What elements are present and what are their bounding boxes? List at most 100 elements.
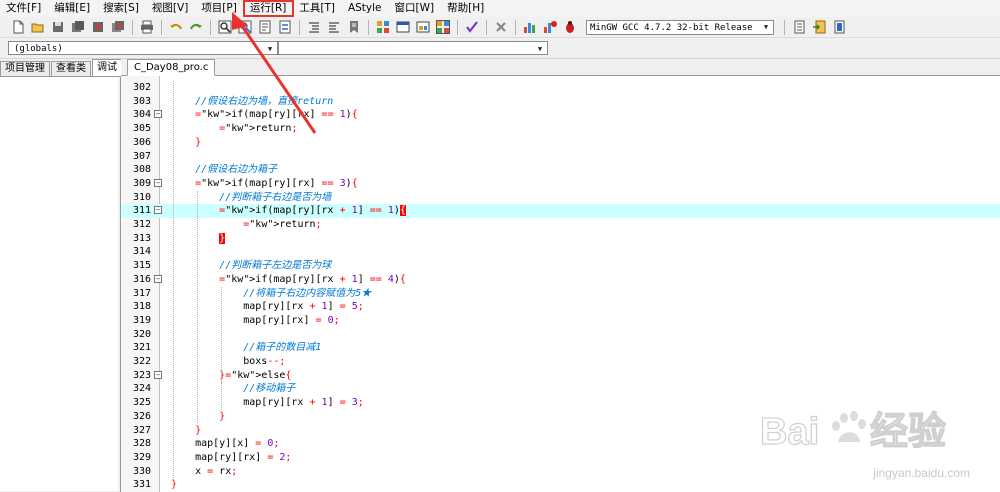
redo-icon[interactable] [189, 20, 203, 34]
close-all-icon[interactable] [111, 20, 125, 34]
chevron-down-icon[interactable]: ▼ [533, 42, 547, 55]
code-line[interactable]: 315 //判断箱子左边是否为球 [121, 259, 1000, 273]
svg-text:Bai: Bai [760, 411, 819, 453]
menu-item[interactable]: 帮助[H] [441, 1, 491, 16]
code-text: //将箱子右边内容赋值为5★ [243, 287, 372, 299]
fold-toggle-icon[interactable]: − [154, 110, 162, 119]
code-line[interactable]: 324 //移动箱子 [121, 382, 1000, 396]
menu-item[interactable]: 运行[R] [242, 0, 295, 17]
profile-delete-icon[interactable] [543, 20, 557, 34]
compile-icon[interactable] [376, 20, 390, 34]
menu-item[interactable]: 窗口[W] [389, 1, 442, 16]
code-line[interactable]: 310 //判断箱子右边是否为墙 [121, 191, 1000, 205]
code-line[interactable]: 306 } [121, 136, 1000, 150]
compiler-select-value: MinGW GCC 4.7.2 32-bit Release [590, 22, 753, 33]
rebuild-icon[interactable] [436, 20, 450, 34]
scope-combobox-value: (globals) [14, 44, 63, 54]
code-text: map[ry][rx] = 2; [171, 451, 292, 463]
code-line[interactable]: 312 ="kw">return; [121, 218, 1000, 232]
find-in-files-icon[interactable] [258, 20, 272, 34]
line-number: 331 [132, 479, 151, 491]
project-options-icon[interactable] [792, 20, 806, 34]
remove-from-project-icon[interactable] [832, 20, 846, 34]
chevron-down-icon[interactable]: ▼ [263, 42, 277, 55]
code-line[interactable]: 314 [121, 245, 1000, 259]
left-panel: 项目管理 查看类 调试 [0, 59, 122, 492]
menu-item[interactable]: 项目[P] [195, 1, 244, 16]
tab-file[interactable]: C_Day08_pro.c [127, 59, 216, 76]
print-icon[interactable] [140, 20, 154, 34]
syntax-check-icon[interactable] [465, 20, 479, 34]
toolbar-separator [210, 19, 211, 35]
clean-icon[interactable] [494, 20, 508, 34]
code-line[interactable]: 307 [121, 150, 1000, 164]
goto-line-icon[interactable] [278, 20, 292, 34]
replace-icon[interactable] [238, 20, 252, 34]
open-file-icon[interactable] [31, 20, 45, 34]
menu-item[interactable]: AStyle [342, 1, 389, 16]
code-line[interactable]: 323− }="kw">else{ [121, 369, 1000, 383]
scope-combobox[interactable]: (globals) ▼ [8, 41, 278, 55]
add-to-project-icon[interactable] [812, 20, 826, 34]
new-file-icon[interactable] [11, 20, 25, 34]
find-icon[interactable] [218, 20, 232, 34]
menu-item[interactable]: 视图[V] [146, 1, 195, 16]
compile-run-icon[interactable] [416, 20, 430, 34]
unindent-icon[interactable] [327, 20, 341, 34]
close-file-icon[interactable] [91, 20, 105, 34]
code-line[interactable]: 322 boxs--; [121, 355, 1000, 369]
left-panel-tab[interactable]: 查看类 [51, 61, 91, 76]
code-line[interactable]: 321 //箱子的数目减1 [121, 341, 1000, 355]
menu-item[interactable]: 文件[F] [0, 1, 48, 16]
code-line[interactable]: 303 //假设右边为墙，直接return [121, 95, 1000, 109]
code-text: map[ry][rx + 1] = 3; [171, 397, 364, 409]
code-text: ="kw">return; [219, 123, 298, 135]
code-line[interactable]: 308 //假设右边为箱子 [121, 163, 1000, 177]
left-panel-tab[interactable]: 项目管理 [0, 61, 50, 76]
fold-toggle-icon[interactable]: − [154, 274, 162, 283]
undo-icon[interactable] [169, 20, 183, 34]
bookmark-icon[interactable] [347, 20, 361, 34]
code-line[interactable]: 313 } [121, 232, 1000, 246]
line-number: 306 [132, 136, 151, 148]
line-number: 308 [132, 164, 151, 176]
code-text: //假设右边为墙，直接return [195, 95, 334, 107]
chevron-down-icon[interactable]: ▼ [759, 21, 773, 34]
save-all-icon[interactable] [71, 20, 85, 34]
compiler-select[interactable]: MinGW GCC 4.7.2 32-bit Release ▼ [586, 19, 774, 35]
debug-icon[interactable] [563, 20, 577, 34]
code-text: boxs--; [171, 356, 286, 367]
code-line[interactable]: 304− ="kw">if(map[ry][rx] == 1){ [121, 108, 1000, 122]
left-panel-tab[interactable]: 调试 [92, 59, 122, 76]
line-number: 324 [132, 383, 151, 395]
code-line[interactable]: 305 ="kw">return; [121, 122, 1000, 136]
toolbar-separator [515, 19, 516, 35]
code-line[interactable]: 319 map[ry][rx] = 0; [121, 314, 1000, 328]
code-line[interactable]: 309− ="kw">if(map[ry][rx] == 3){ [121, 177, 1000, 191]
line-number: 311 [132, 205, 151, 217]
code-line[interactable]: 317 //将箱子右边内容赋值为5★ [121, 287, 1000, 301]
line-number: 320 [132, 328, 151, 340]
code-line[interactable]: 302 [121, 81, 1000, 95]
symbol-combobox[interactable]: ▼ [278, 41, 548, 55]
menu-item[interactable]: 编辑[E] [48, 1, 97, 16]
code-line[interactable]: 331} [121, 478, 1000, 492]
run-icon[interactable] [396, 20, 410, 34]
menu-item[interactable]: 搜索[S] [97, 1, 146, 16]
profile-icon[interactable] [523, 20, 537, 34]
save-icon[interactable] [51, 20, 65, 34]
left-panel-content [0, 77, 118, 491]
line-number: 303 [132, 95, 151, 107]
code-editor[interactable]: 302 303 //假设右边为墙，直接return 304− ="kw">if(ma… [121, 76, 1000, 492]
code-line[interactable]: 318 map[ry][rx + 1] = 5; [121, 300, 1000, 314]
indent-icon[interactable] [307, 20, 321, 34]
menu-item[interactable]: 工具[T] [293, 1, 342, 16]
code-line[interactable]: 316− ="kw">if(map[ry][rx + 1] == 4){ [121, 273, 1000, 287]
line-number: 305 [132, 123, 151, 135]
fold-toggle-icon[interactable]: − [154, 370, 162, 379]
fold-toggle-icon[interactable]: − [154, 178, 162, 187]
code-line[interactable]: 330 x = rx; [121, 465, 1000, 479]
code-line[interactable]: 311− ="kw">if(map[ry][rx + 1] == 1){ [121, 204, 1000, 218]
fold-toggle-icon[interactable]: − [154, 206, 162, 215]
code-line[interactable]: 320 [121, 328, 1000, 342]
